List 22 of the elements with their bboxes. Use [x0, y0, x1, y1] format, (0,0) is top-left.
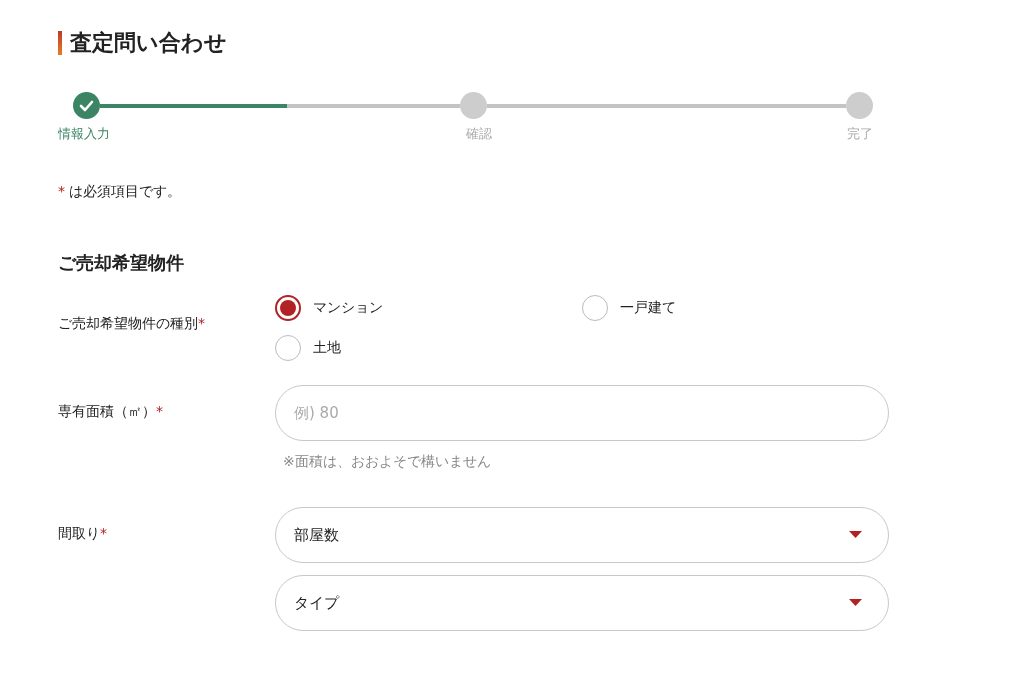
radio-option[interactable]: 一戸建て	[582, 295, 889, 321]
section-title: ご売却希望物件	[58, 251, 185, 275]
radio-option[interactable]: マンション	[275, 295, 582, 321]
required-mark: *	[198, 315, 205, 331]
input-field[interactable]: 例) 80	[275, 385, 889, 441]
required-mark: *	[100, 525, 107, 541]
required-note: は必須項目です。	[69, 183, 181, 201]
required-mark: *	[58, 183, 65, 201]
step-label: 情報入力	[58, 125, 110, 143]
radio-option[interactable]: 土地	[275, 335, 582, 361]
field-label: 間取り	[58, 525, 100, 543]
title-accent-bar	[58, 31, 62, 55]
required-mark: *	[156, 403, 163, 419]
page-title: 査定問い合わせ	[58, 28, 888, 58]
caret-icon	[849, 599, 862, 607]
field-label: 専有面積（㎡）	[58, 403, 156, 421]
radio-button[interactable]	[275, 295, 301, 321]
field-hint: ※面積は、おおよそで構いません	[283, 453, 492, 471]
step-label: 確認	[465, 125, 492, 143]
field-label: ご売却希望物件の種別	[58, 315, 198, 333]
caret-icon	[849, 531, 862, 539]
step-label: 完了	[847, 125, 873, 143]
